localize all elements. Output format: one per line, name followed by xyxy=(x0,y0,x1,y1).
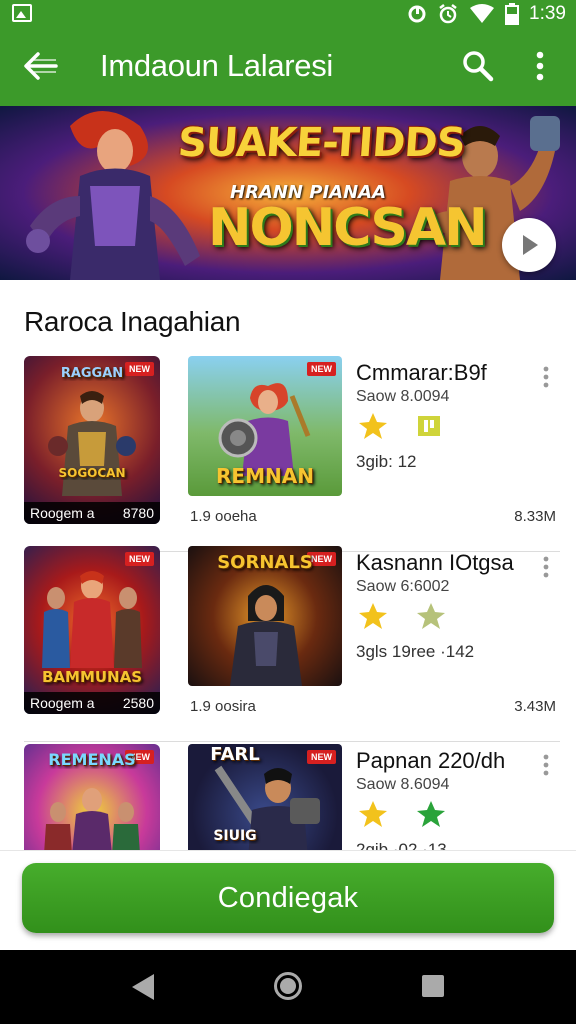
item-stats: 3gls 19ree ·142 xyxy=(356,642,475,661)
bookmark-icon xyxy=(418,416,440,436)
app-bar: Imdaoun Lalaresi xyxy=(0,28,576,106)
play-icon[interactable] xyxy=(502,218,556,272)
banner-big-text: NONCSAN xyxy=(208,198,488,258)
heroes-group-icon xyxy=(44,788,140,850)
item-title: Cmmarar:B9f xyxy=(356,360,487,385)
recents-square-icon[interactable] xyxy=(422,975,444,997)
item-title: Kasnann IOtgsa xyxy=(356,550,514,575)
sync-icon xyxy=(408,5,426,23)
item-stats: 3gib: 12 xyxy=(356,452,417,471)
game-screenshot-image[interactable]: NEW SORNALS xyxy=(188,546,342,686)
game-cover-image[interactable]: NEW RAGGAN SOGOCAN Roogem a 8780 xyxy=(24,356,160,524)
system-nav-bar xyxy=(0,950,576,1024)
game-screenshot-image[interactable]: NEW FARL SIUIG xyxy=(188,744,342,850)
screenshot-label: SORNALS xyxy=(217,552,313,573)
cover-caption: Roogem a 8780 xyxy=(24,502,160,524)
star-icon xyxy=(417,801,445,827)
item-size: 3.43M xyxy=(514,698,556,715)
cover-label: RAGGAN xyxy=(60,366,124,381)
primary-action-button[interactable]: Condiegak xyxy=(22,863,554,933)
more-vert-icon xyxy=(536,51,544,81)
more-options-button[interactable] xyxy=(528,46,552,86)
item-more-button[interactable] xyxy=(538,554,554,582)
more-vert-icon xyxy=(543,366,549,388)
screenshot-label: SIUIG xyxy=(213,828,257,844)
status-time: 1:39 xyxy=(529,3,566,24)
item-meta: Saow 8.6094 xyxy=(356,776,450,793)
cover-caption-left: Roogem a xyxy=(30,505,95,521)
cover-caption-right: 8780 xyxy=(122,505,154,521)
list-item[interactable]: NEW BAMMUNAS Roogem a 2580 NEW SORNALS 1… xyxy=(0,546,576,742)
wifi-icon xyxy=(470,4,495,23)
cover-label: BAMMUNAS xyxy=(41,668,143,686)
back-triangle-icon[interactable] xyxy=(132,974,154,1000)
list-item[interactable]: NEW RAGGAN SOGOCAN Roogem a 8780 NEW REM… xyxy=(0,356,576,552)
item-size: 8.33M xyxy=(514,508,556,525)
item-subtitle: 1.9 oosira xyxy=(190,698,256,715)
screenshot-label: REMNAN xyxy=(216,464,314,488)
back-button[interactable] xyxy=(20,48,64,88)
game-cover-image[interactable]: NEW REMENAS xyxy=(24,744,160,850)
bottom-action-area: Condiegak xyxy=(0,850,576,950)
status-bar: 1:39 xyxy=(0,0,576,28)
cover-caption-right: 2580 xyxy=(122,695,154,711)
warrior-figure-icon xyxy=(230,585,302,686)
cover-label: REMENAS xyxy=(48,750,136,769)
featured-banner[interactable]: SUAKE-TIDDS HRANN PIANAA NONCSAN xyxy=(0,106,576,280)
home-circle-icon[interactable] xyxy=(274,972,302,1000)
cover-caption: Roogem a 2580 xyxy=(24,692,160,714)
battery-icon xyxy=(505,3,520,25)
section-title: Raroca Inagahian xyxy=(24,306,241,337)
star-icon xyxy=(359,413,387,439)
image-icon xyxy=(12,4,32,22)
alarm-icon xyxy=(439,4,457,24)
cover-caption-left: Roogem a xyxy=(30,695,95,711)
status-icons: 1:39 xyxy=(407,2,566,26)
game-screenshot-image[interactable]: NEW REMNAN xyxy=(188,356,342,496)
item-more-button[interactable] xyxy=(538,364,554,392)
more-vert-icon xyxy=(543,556,549,578)
cover-logo-text: SOGOCAN xyxy=(58,466,126,480)
item-stats: 2gib ·02 ·13 xyxy=(356,840,447,850)
heroes-group-icon xyxy=(42,571,142,668)
game-cover-image[interactable]: NEW BAMMUNAS Roogem a 2580 xyxy=(24,546,160,714)
page-title: Imdaoun Lalaresi xyxy=(100,48,334,83)
star-icon xyxy=(359,801,387,827)
item-more-button[interactable] xyxy=(538,752,554,780)
new-badge: NEW xyxy=(307,362,336,376)
star-icon xyxy=(359,603,387,629)
new-badge: NEW xyxy=(125,552,154,566)
list-item[interactable]: NEW REMENAS NEW FARL SIUIG Papnan 220/dh… xyxy=(0,744,576,850)
item-meta: Saow 6:6002 xyxy=(356,578,450,595)
item-subtitle: 1.9 ooeha xyxy=(190,508,257,525)
search-icon xyxy=(463,51,494,82)
item-meta: Saow 8.0094 xyxy=(356,388,450,405)
search-button[interactable] xyxy=(460,48,496,84)
star-icon xyxy=(417,603,445,629)
more-vert-icon xyxy=(543,754,549,776)
divider xyxy=(24,741,560,742)
banner-title: SUAKE-TIDDS xyxy=(176,120,467,166)
item-title: Papnan 220/dh xyxy=(356,748,506,773)
back-arrow-icon xyxy=(24,52,58,80)
warrior-figure-icon xyxy=(218,383,311,476)
